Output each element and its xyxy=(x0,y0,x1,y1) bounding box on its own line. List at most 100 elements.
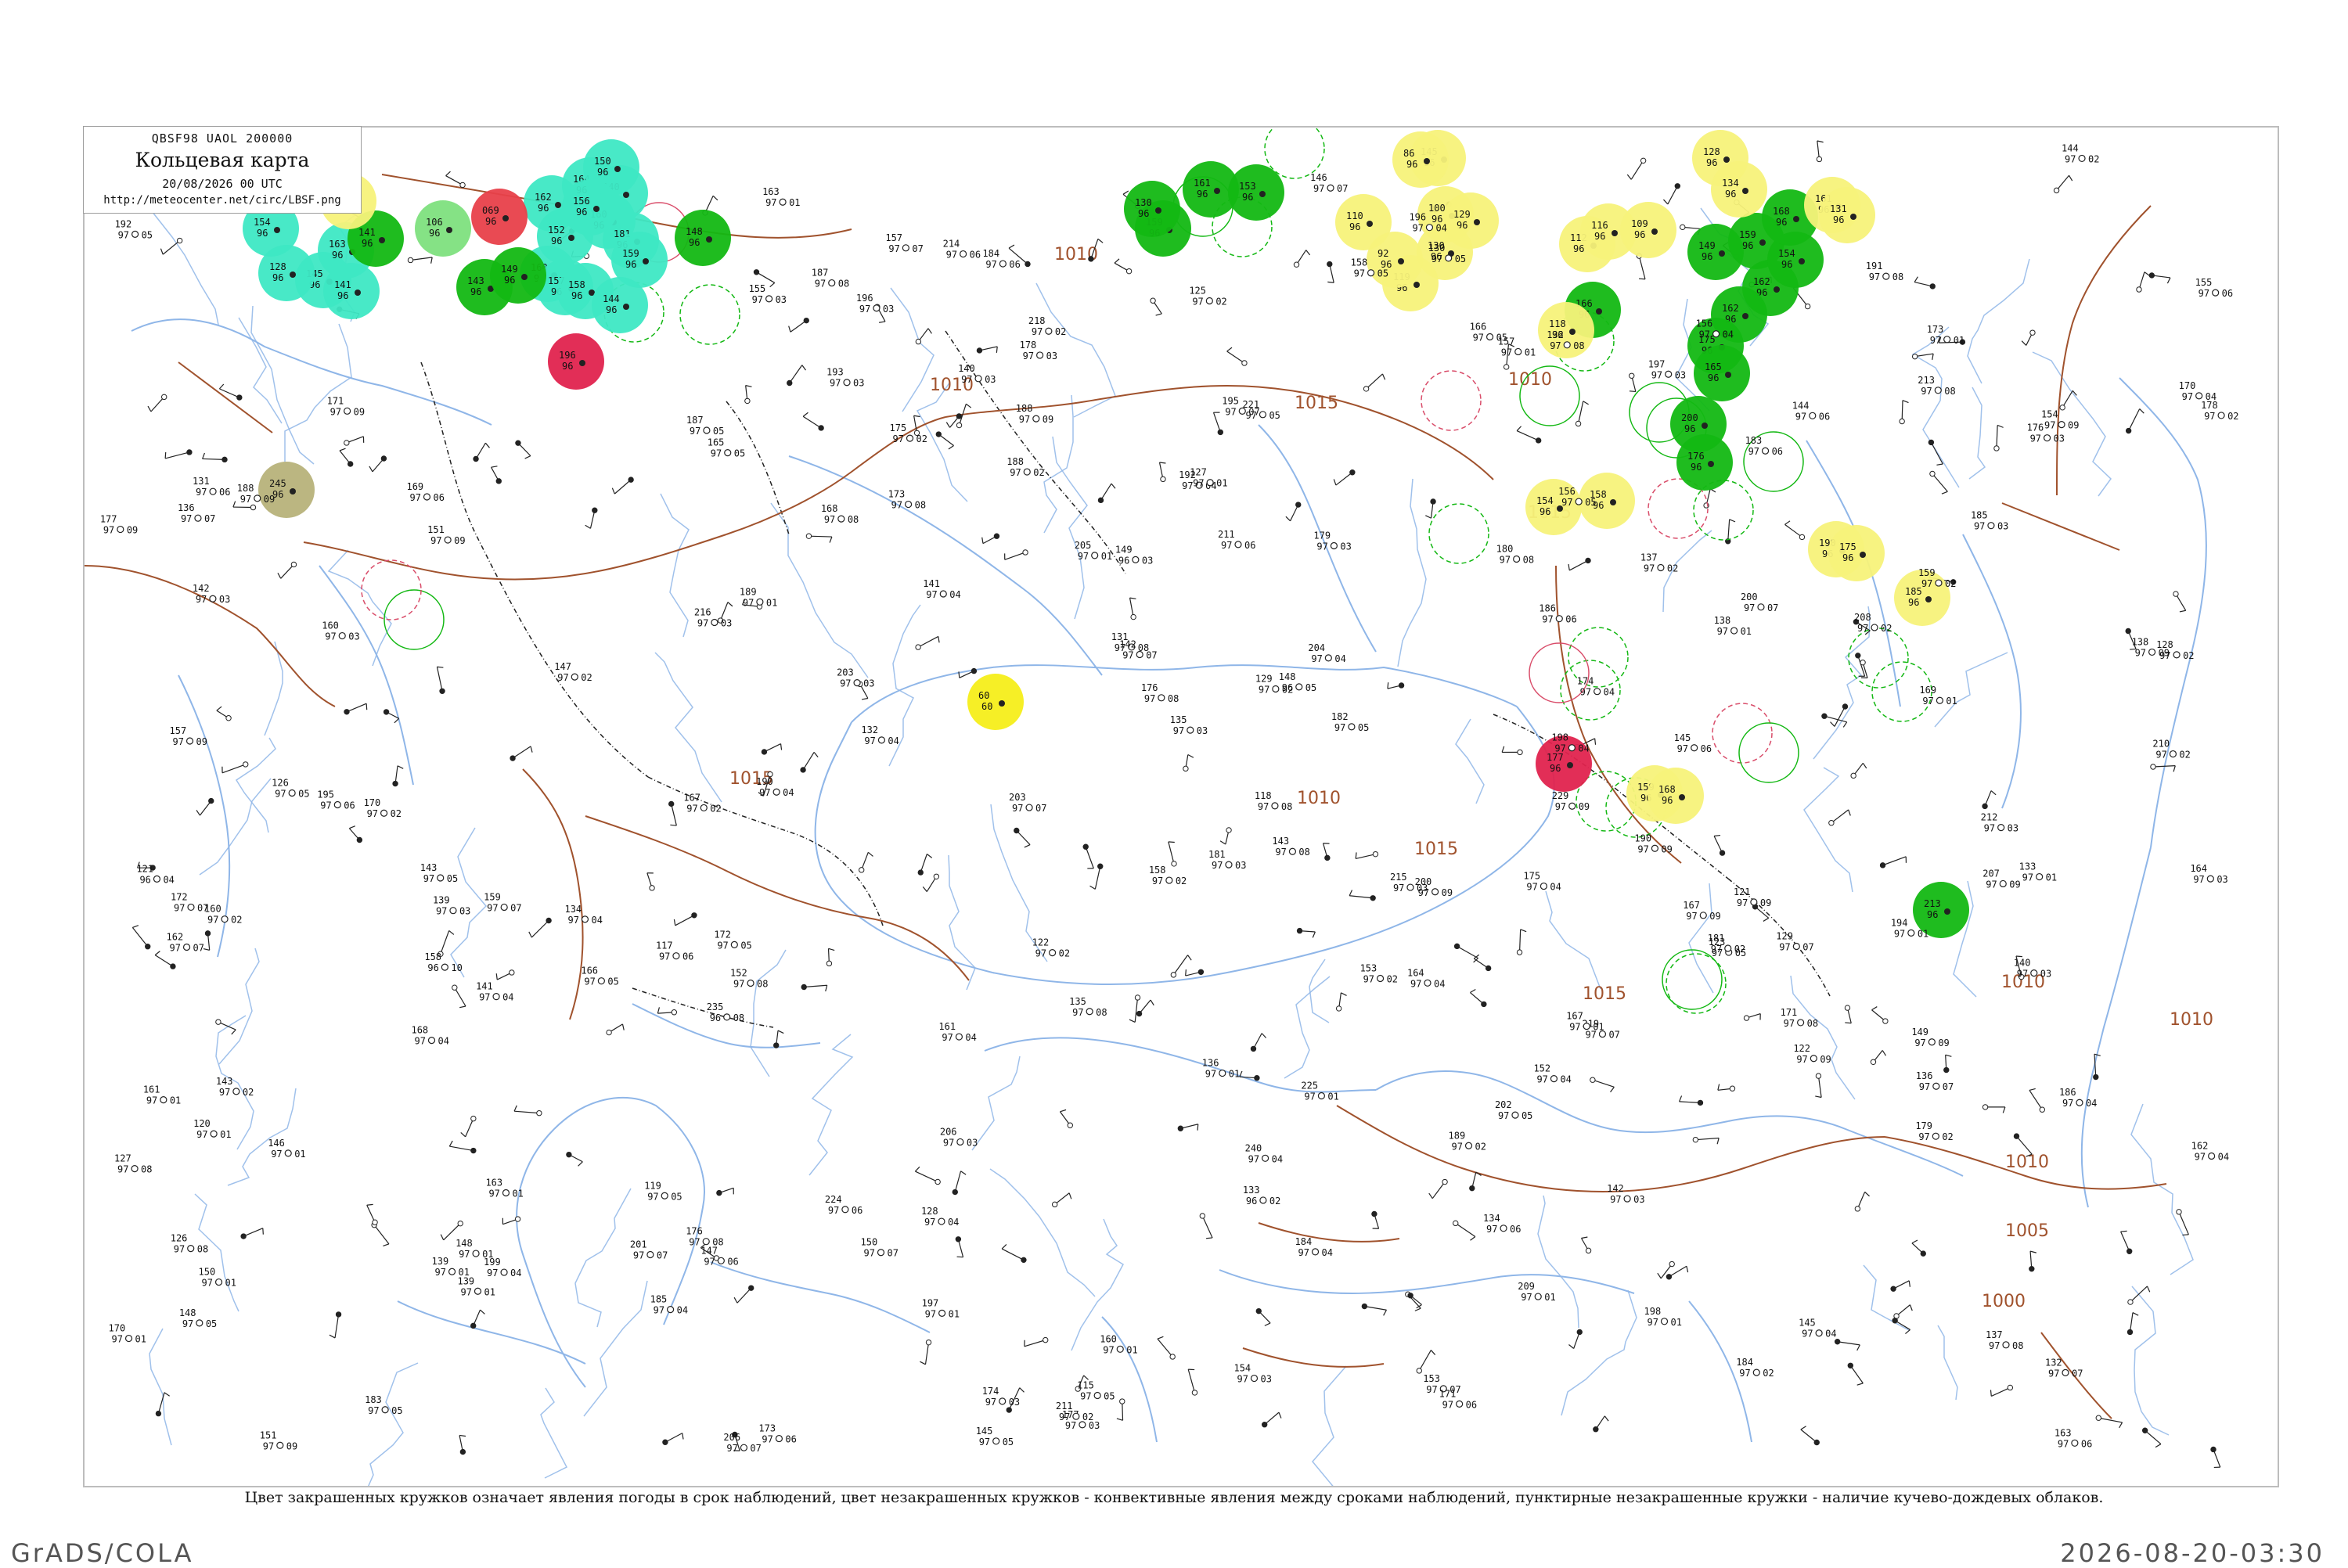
station-plot[interactable]: 1229709 xyxy=(1793,1043,1831,1065)
weather-circle-yellow[interactable]: 13496 xyxy=(1711,161,1767,218)
station-plot[interactable]: 1379702 xyxy=(1640,552,1678,574)
source-url[interactable]: http://meteocenter.net/circ/LBSF.png xyxy=(84,194,361,207)
station-plot[interactable]: 1499709 xyxy=(1911,1027,1949,1048)
station-plot[interactable]: 1279701 xyxy=(1190,467,1227,489)
station-plot[interactable]: 1969703 xyxy=(856,293,894,315)
station-plot[interactable]: 1909709 xyxy=(1634,833,1672,854)
station-plot[interactable]: 1679709 xyxy=(1683,900,1720,922)
weather-circle-crimson[interactable]: 19696 xyxy=(548,333,604,390)
weather-circle-yellow[interactable]: 10996 xyxy=(1620,202,1676,258)
station-plot[interactable]: 1419704 xyxy=(476,981,513,1003)
weather-circle-green[interactable]: 15396 xyxy=(1228,164,1284,221)
station-plot[interactable]: 1199705 xyxy=(644,1180,682,1202)
station-plot[interactable]: 1819703 xyxy=(1208,849,1246,871)
station-plot[interactable]: 1729705 xyxy=(714,929,751,951)
station-plot[interactable]: 1729707 xyxy=(171,891,208,913)
station-plot[interactable]: 2129703 xyxy=(1981,812,2018,834)
station-plot[interactable]: 1899701 xyxy=(740,586,777,608)
station-plot[interactable]: 1519709 xyxy=(427,524,465,546)
station-plot[interactable]: 1439705 xyxy=(420,862,458,884)
station-plot[interactable]: 2139708 xyxy=(1918,375,1955,397)
station-plot[interactable]: 1589702 xyxy=(1149,865,1187,886)
station-plot[interactable]: 1639701 xyxy=(485,1178,523,1199)
station-plot[interactable]: 1429703 xyxy=(1607,1183,1644,1205)
station-plot[interactable]: 1639706 xyxy=(2054,1427,2092,1449)
station-plot[interactable]: 2299709 xyxy=(1552,790,1590,812)
station-plot[interactable]: 1559706 xyxy=(2195,277,2233,299)
station-plot[interactable]: 1219604 xyxy=(136,863,174,885)
station-plot[interactable]: 1739701 xyxy=(1927,324,1964,346)
station-plot[interactable]: 1359708 xyxy=(1069,996,1107,1018)
weather-circle-green[interactable]: 14896 xyxy=(675,210,731,266)
station-plot[interactable]: 1209701 xyxy=(193,1118,231,1140)
station-plot[interactable]: 1739708 xyxy=(888,489,926,511)
station-plot[interactable]: 1549709 xyxy=(2041,409,2079,431)
station-plot[interactable]: 1419704 xyxy=(923,578,960,600)
station-plot[interactable]: 1909704 xyxy=(756,776,794,798)
station-plot[interactable]: 2009707 xyxy=(1741,592,1778,613)
station-plot[interactable]: 2039703 xyxy=(837,667,874,689)
station-plot[interactable]: 1849702 xyxy=(1736,1357,1774,1379)
station-plot[interactable]: 1529708 xyxy=(730,967,768,989)
station-plot[interactable]: 2119706 xyxy=(1218,529,1255,551)
station-plot[interactable]: 2109702 xyxy=(2152,739,2190,761)
station-plot[interactable]: 1279708 xyxy=(114,1153,152,1175)
station-plot[interactable]: 1669705 xyxy=(581,966,618,987)
weather-circle-yellow[interactable]: 9296 xyxy=(1367,232,1423,288)
station-plot[interactable]: 2039707 xyxy=(1009,792,1046,814)
station-plot[interactable]: 1889702 xyxy=(1007,456,1044,478)
station-plot[interactable]: 2089702 xyxy=(1854,612,1892,634)
weather-circle-red[interactable]: 06996 xyxy=(471,189,528,245)
station-plot[interactable]: 1349704 xyxy=(564,904,602,926)
station-plot[interactable]: 1689704 xyxy=(411,1025,448,1047)
station-plot[interactable]: 1159705 xyxy=(1077,1380,1115,1402)
station-plot[interactable]: 1799702 xyxy=(1915,1120,1953,1142)
station-plot[interactable]: 1259702 xyxy=(1189,285,1226,307)
station-plot[interactable]: 2009709 xyxy=(1415,876,1453,898)
station-plot[interactable]: 2359608 xyxy=(707,1002,744,1023)
station-plot[interactable]: 1349706 xyxy=(1483,1213,1521,1235)
station-plot[interactable]: 1369707 xyxy=(178,502,215,524)
station-plot[interactable]: 1379708 xyxy=(1986,1329,2023,1351)
weather-circle-yellow[interactable]: 16896 xyxy=(1648,768,1704,824)
weather-circle-olive[interactable]: 24596 xyxy=(258,462,315,518)
station-plot[interactable]: 1479706 xyxy=(700,1245,738,1267)
station-plot[interactable]: 1659705 xyxy=(708,437,745,459)
station-plot[interactable]: 1609702 xyxy=(204,904,242,926)
station-plot[interactable]: 2409704 xyxy=(1245,1142,1283,1164)
station-plot[interactable]: 1859704 xyxy=(650,1294,688,1316)
station-plot[interactable]: 1609703 xyxy=(322,620,359,642)
station-plot[interactable]: 1399703 xyxy=(433,895,470,917)
station-plot[interactable]: 1449706 xyxy=(1792,400,1830,422)
station-plot[interactable]: 1459705 xyxy=(976,1426,1014,1448)
station-plot[interactable]: 1509707 xyxy=(861,1237,899,1259)
station-plot[interactable]: 1619701 xyxy=(143,1084,181,1106)
station-plot[interactable]: 1709702 xyxy=(364,797,402,819)
station-plot[interactable]: 1869704 xyxy=(2059,1087,2097,1109)
station-plot[interactable]: 1679702 xyxy=(683,792,721,814)
station-plot[interactable]: 1319706 xyxy=(193,476,230,498)
station-plot[interactable]: 1939703 xyxy=(826,367,864,389)
station-plot[interactable]: 1749703 xyxy=(982,1386,1020,1408)
station-plot[interactable]: 1599707 xyxy=(484,891,521,913)
station-plot[interactable]: 1839705 xyxy=(365,1394,402,1416)
station-plot[interactable]: 1329704 xyxy=(861,725,899,746)
station-plot[interactable]: 1849706 xyxy=(982,248,1020,270)
station-plot[interactable]: 1449702 xyxy=(2062,142,2099,164)
station-plot[interactable]: 1589610 xyxy=(424,951,462,973)
station-plot[interactable]: 1539702 xyxy=(1360,963,1398,985)
station-plot[interactable]: 1769708 xyxy=(1141,682,1179,704)
station-plot[interactable]: 2249706 xyxy=(825,1194,862,1216)
station-plot[interactable]: 1549703 xyxy=(1233,1363,1271,1385)
station-plot[interactable]: 1799703 xyxy=(1313,530,1351,552)
weather-circle-green[interactable]: 13096 xyxy=(1124,181,1180,237)
weather-circle-light-green[interactable]: 10696 xyxy=(415,200,471,257)
weather-circle-green[interactable]: 17696 xyxy=(1676,434,1733,491)
weather-circle-yellow[interactable]: 17596 xyxy=(1828,525,1885,581)
station-plot[interactable]: 1719708 xyxy=(1781,1007,1818,1029)
station-plot[interactable]: 1669705 xyxy=(1470,322,1507,343)
station-plot[interactable]: 1489705 xyxy=(179,1307,217,1329)
station-plot[interactable]: 1959706 xyxy=(317,789,355,811)
station-plot[interactable]: 1859703 xyxy=(1971,510,2008,532)
station-plot[interactable]: 1719709 xyxy=(327,395,365,417)
